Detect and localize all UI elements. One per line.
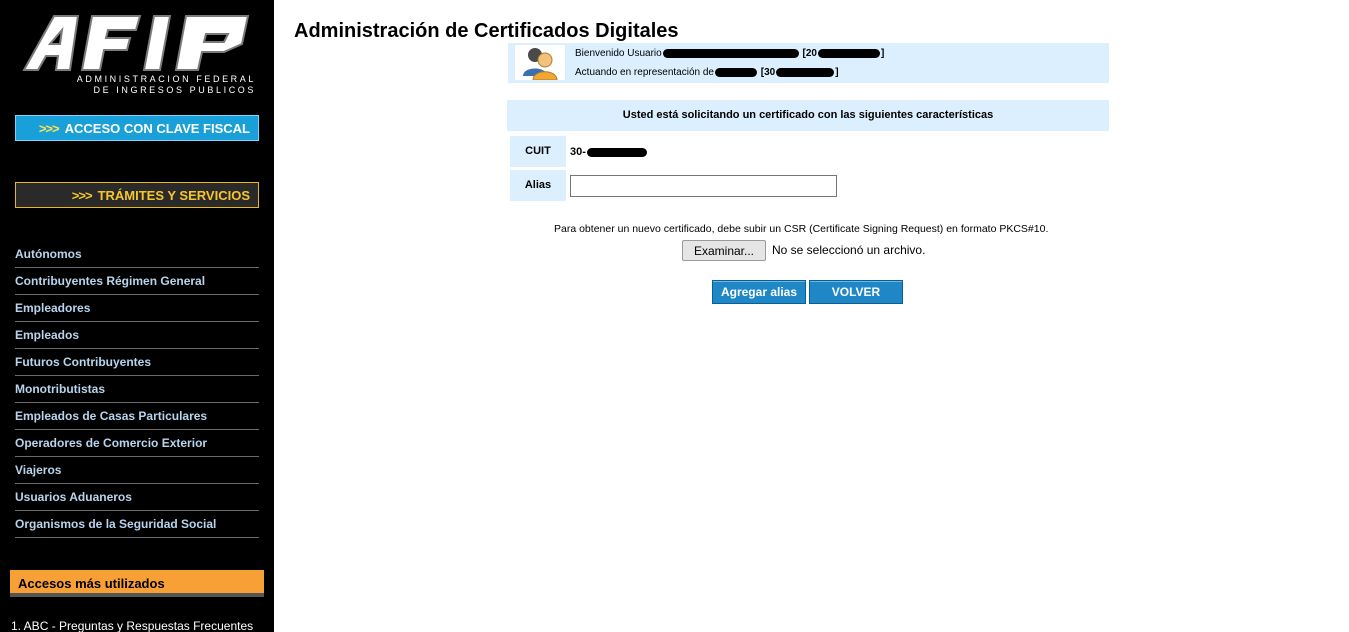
acceso-clave-fiscal-label: ACCESO CON CLAVE FISCAL (64, 120, 250, 136)
cuit-value: 30- (570, 146, 648, 158)
back-button[interactable]: VOLVER (809, 280, 903, 304)
sidebar-item-usuarios-aduaneros[interactable]: Usuarios Aduaneros (15, 484, 259, 511)
tramites-servicios-label: TRÁMITES Y SERVICIOS (97, 187, 250, 203)
sidebar-item-autonomos[interactable]: Autónomos (15, 241, 259, 268)
sidebar-item-futuros-contribuyentes[interactable]: Futuros Contribuyentes (15, 349, 259, 376)
logo-line-1: ADMINISTRACION FEDERAL (76, 74, 256, 84)
users-icon (523, 47, 558, 80)
sidebar-item-empleadores[interactable]: Empleadores (15, 295, 259, 322)
welcome-label: Bienvenido Usuario (575, 48, 662, 59)
afip-logo[interactable]: ADMINISTRACION FEDERAL DE INGRESOS PUBLI… (20, 12, 256, 100)
user-info-box: Bienvenido Usuario [20] Actuando en repr… (508, 43, 1109, 83)
arrows-icon: >>> (71, 187, 93, 203)
sidebar-item-monotributistas[interactable]: Monotributistas (15, 376, 259, 403)
redacted-entity (715, 67, 757, 77)
accesos-mas-utilizados-header: Accesos más utilizados (10, 570, 264, 597)
sidebar-item-contribuyentes-regimen-general[interactable]: Contribuyentes Régimen General (15, 268, 259, 295)
sidebar-nav: Autónomos Contribuyentes Régimen General… (15, 241, 259, 538)
acting-label: Actuando en representación de (575, 67, 714, 78)
sidebar: ADMINISTRACION FEDERAL DE INGRESOS PUBLI… (0, 0, 274, 632)
logo-line-2: DE INGRESOS PUBLICOS (93, 85, 256, 95)
accesos-link-abc[interactable]: 1. ABC - Preguntas y Respuestas Frecuent… (11, 619, 253, 632)
afip-logo-text: ADMINISTRACION FEDERAL DE INGRESOS PUBLI… (76, 74, 256, 96)
browse-file-button[interactable]: Examinar... (682, 240, 766, 261)
arrows-icon: >>> (38, 120, 60, 136)
tramites-servicios-button[interactable]: >>> TRÁMITES Y SERVICIOS (15, 182, 259, 208)
avatar (515, 45, 565, 80)
afip-logo-icon (22, 15, 250, 71)
add-alias-button[interactable]: Agregar alias (712, 280, 806, 304)
redacted-cuit (776, 67, 835, 77)
page-title: Administración de Certificados Digitales (294, 20, 679, 42)
redacted-cuil (817, 48, 880, 58)
sidebar-item-empleados[interactable]: Empleados (15, 322, 259, 349)
acting-line: Actuando en representación de [30] (575, 67, 839, 78)
sidebar-item-operadores-comercio-exterior[interactable]: Operadores de Comercio Exterior (15, 430, 259, 457)
alias-label: Alias (510, 170, 566, 201)
sidebar-item-organismos-seguridad-social[interactable]: Organismos de la Seguridad Social (15, 511, 259, 538)
cuit-label: CUIT (510, 136, 566, 167)
sidebar-item-viajeros[interactable]: Viajeros (15, 457, 259, 484)
welcome-cuil-close: ] (880, 48, 885, 59)
redacted-cuit-number (586, 147, 647, 157)
request-header: Usted está solicitando un certificado co… (507, 100, 1109, 131)
file-status: No se seleccionó un archivo. (772, 243, 926, 257)
alias-input[interactable] (570, 175, 837, 197)
welcome-cuil-open: [20 (802, 48, 817, 59)
redacted-username (662, 48, 799, 58)
acting-cuit-close: ] (835, 67, 839, 78)
acting-cuit-open: [30 (760, 67, 776, 78)
acceso-clave-fiscal-button[interactable]: >>> ACCESO CON CLAVE FISCAL (15, 115, 259, 141)
welcome-line: Bienvenido Usuario [20] (575, 48, 884, 59)
csr-instructions: Para obtener un nuevo certificado, debe … (554, 223, 1049, 235)
cuit-prefix: 30- (570, 146, 586, 158)
sidebar-item-empleados-casas-particulares[interactable]: Empleados de Casas Particulares (15, 403, 259, 430)
